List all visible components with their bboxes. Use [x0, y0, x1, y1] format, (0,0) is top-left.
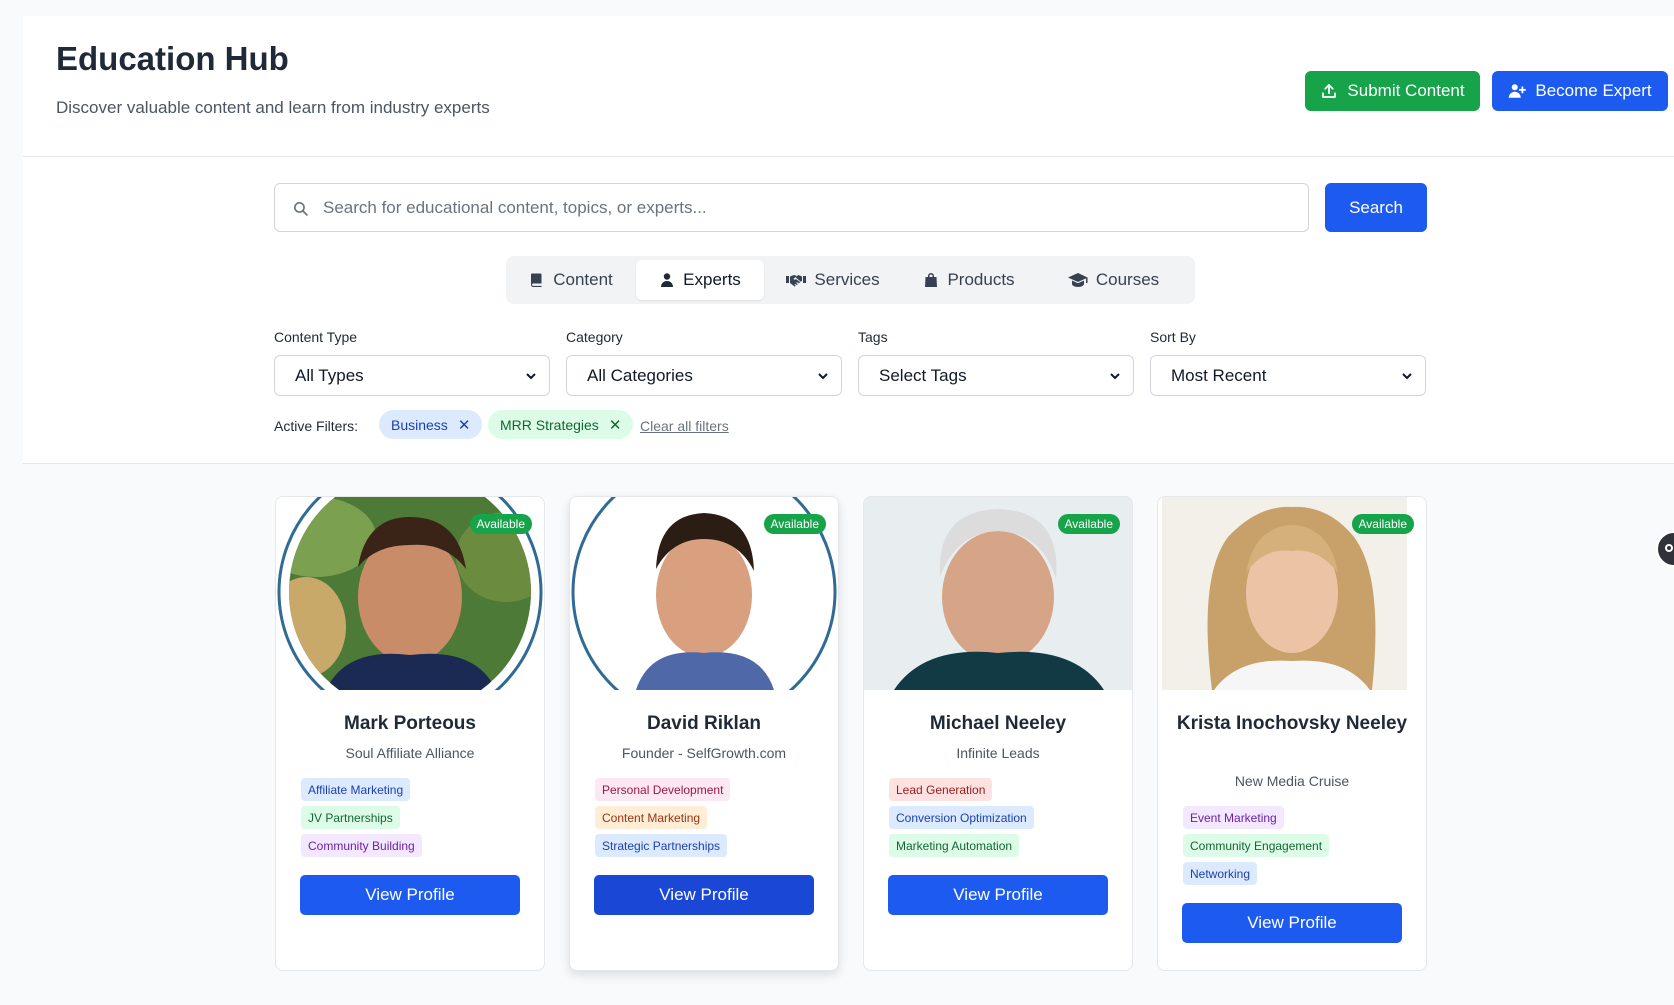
- chevron-down-icon: [526, 372, 536, 379]
- view-profile-button[interactable]: View Profile: [300, 875, 520, 915]
- widget-icon: [1665, 544, 1673, 552]
- user-icon: [661, 273, 674, 287]
- page-subtitle: Discover valuable content and learn from…: [56, 98, 490, 117]
- content-type-label: Content Type: [274, 329, 358, 345]
- search-icon: [293, 201, 308, 216]
- filter-chip-label: MRR Strategies: [500, 416, 599, 433]
- submit-content-button[interactable]: Submit Content: [1305, 71, 1480, 111]
- status-badge: Available: [469, 514, 532, 534]
- handshake-icon: [786, 275, 807, 287]
- tab-services-label: Services: [814, 270, 880, 289]
- upload-icon: [1322, 84, 1337, 98]
- expert-card: Available Mark Porteous Soul Affiliate A…: [275, 496, 545, 971]
- content-type-value: All Types: [295, 365, 364, 385]
- expert-photo: Available: [570, 497, 838, 690]
- expert-organization: Soul Affiliate Alliance: [345, 745, 475, 761]
- expertise-tag: Event Marketing: [1183, 806, 1284, 829]
- expertise-tag: Lead Generation: [889, 778, 993, 801]
- tags-label: Tags: [858, 329, 888, 345]
- category-select[interactable]: All Categories: [566, 355, 842, 396]
- tags-select[interactable]: Select Tags: [858, 355, 1134, 396]
- expert-photo: Available: [276, 497, 544, 690]
- expert-photo: Available: [864, 497, 1132, 690]
- sort-by-value: Most Recent: [1171, 365, 1267, 385]
- expertise-tag: Conversion Optimization: [889, 806, 1034, 829]
- book-icon: [531, 273, 542, 287]
- active-filters-label: Active Filters:: [274, 418, 359, 434]
- filter-chip-label: Business: [391, 416, 448, 433]
- status-badge: Available: [763, 514, 826, 534]
- tab-courses-label: Courses: [1095, 270, 1160, 289]
- tab-products[interactable]: Products: [904, 260, 1034, 300]
- expert-photo: Available: [1158, 497, 1426, 690]
- view-profile-button[interactable]: View Profile: [1182, 903, 1402, 943]
- expertise-tag: Affiliate Marketing: [301, 778, 411, 801]
- status-badge: Available: [1057, 514, 1120, 534]
- search-button[interactable]: Search: [1325, 183, 1427, 232]
- status-badge: Available: [1351, 514, 1414, 534]
- remove-filter-icon[interactable]: ✕: [458, 416, 471, 434]
- tab-content-label: Content: [553, 270, 613, 289]
- remove-filter-icon[interactable]: ✕: [609, 416, 622, 434]
- become-expert-button[interactable]: Become Expert: [1492, 71, 1668, 111]
- chevron-down-icon: [1402, 372, 1412, 379]
- search-box: [274, 183, 1309, 232]
- expertise-tag: Marketing Automation: [889, 834, 1020, 857]
- expert-card: Available David Riklan Founder - SelfGro…: [569, 496, 839, 971]
- expertise-tag: Strategic Partnerships: [595, 834, 728, 857]
- expert-name: Michael Neeley: [929, 713, 1067, 734]
- submit-content-label: Submit Content: [1347, 81, 1465, 100]
- become-expert-label: Become Expert: [1535, 81, 1652, 100]
- expert-name: Krista Inochovsky Neeley: [1176, 713, 1408, 734]
- category-label: Category: [566, 329, 623, 345]
- user-plus-icon: [1509, 84, 1527, 98]
- view-profile-button[interactable]: View Profile: [888, 875, 1108, 915]
- sort-by-select[interactable]: Most Recent: [1150, 355, 1426, 396]
- expert-organization: Infinite Leads: [956, 745, 1040, 761]
- tab-content[interactable]: Content: [510, 260, 632, 300]
- expert-card: Available Michael Neeley Infinite Leads …: [863, 496, 1133, 971]
- sort-by-label: Sort By: [1150, 329, 1196, 345]
- search-input[interactable]: [323, 184, 1293, 231]
- expert-name: David Riklan: [646, 713, 762, 734]
- tags-value: Select Tags: [879, 365, 967, 385]
- expert-organization: Founder - SelfGrowth.com: [621, 745, 787, 761]
- tab-experts[interactable]: Experts: [636, 260, 764, 300]
- page-title: Education Hub: [56, 40, 289, 77]
- expertise-tag: JV Partnerships: [301, 806, 400, 829]
- category-value: All Categories: [587, 365, 693, 385]
- expertise-tag: Community Building: [301, 834, 422, 857]
- chevron-down-icon: [1110, 372, 1120, 379]
- graduation-cap-icon: [1067, 273, 1088, 287]
- filter-chip-mrr-strategies: MRR Strategies ✕: [488, 410, 634, 439]
- clear-filters-link[interactable]: Clear all filters: [640, 418, 729, 434]
- tab-courses[interactable]: Courses: [1036, 260, 1191, 300]
- chevron-down-icon: [818, 372, 828, 379]
- expertise-tag: Personal Development: [595, 778, 731, 801]
- expert-card: Available Krista Inochovsky Neeley New M…: [1157, 496, 1427, 971]
- view-profile-button[interactable]: View Profile: [594, 875, 814, 915]
- floating-widget-button[interactable]: [1656, 531, 1674, 567]
- expertise-tag: Content Marketing: [595, 806, 708, 829]
- expert-name: Mark Porteous: [344, 713, 476, 734]
- content-type-select[interactable]: All Types: [274, 355, 550, 396]
- shopping-bag-icon: [925, 273, 938, 287]
- expert-organization: New Media Cruise: [1234, 773, 1350, 789]
- expertise-tag: Community Engagement: [1183, 834, 1330, 857]
- tab-services[interactable]: Services: [768, 260, 898, 300]
- search-panel: Search Content Experts Services Products…: [23, 157, 1674, 464]
- filter-chip-business: Business ✕: [379, 410, 483, 439]
- category-tabs: Content Experts Services Products Course…: [506, 256, 1195, 304]
- expertise-tag: Networking: [1183, 862, 1258, 885]
- page-header: Education Hub Discover valuable content …: [23, 16, 1674, 157]
- tab-experts-label: Experts: [683, 270, 741, 289]
- tab-products-label: Products: [947, 270, 1015, 289]
